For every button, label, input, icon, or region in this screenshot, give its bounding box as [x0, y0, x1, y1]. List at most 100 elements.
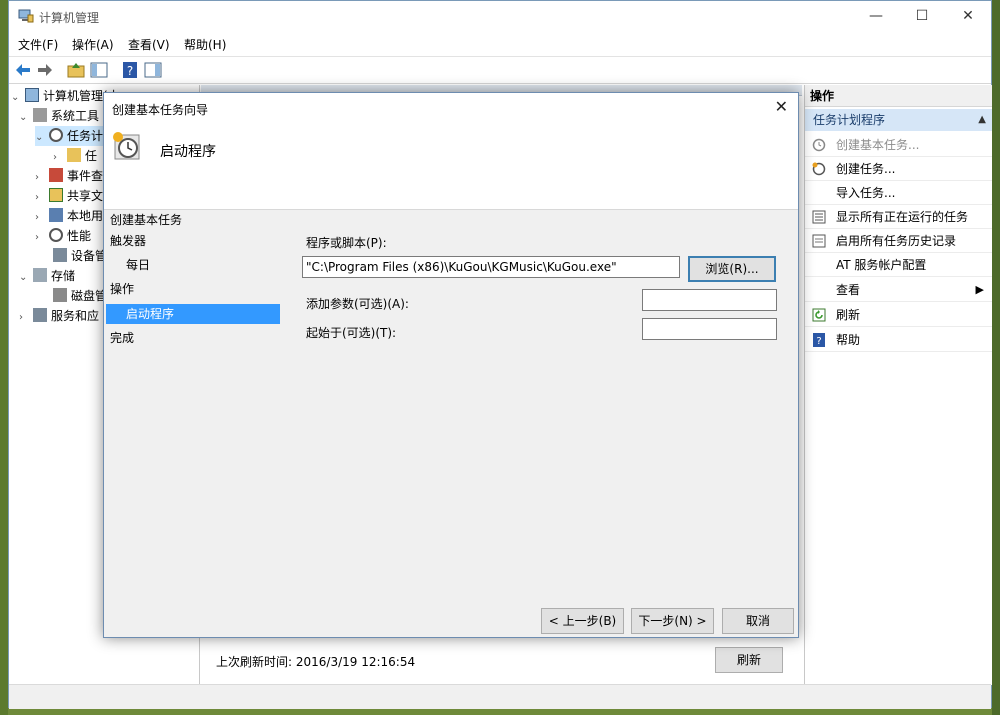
- tree-services-apps[interactable]: › 服务和应: [19, 306, 99, 326]
- chevron-right-icon[interactable]: ›: [35, 188, 49, 208]
- actions-pane: 操作 任务计划程序 ▲ 创建基本任务... 创建任务... 导入任务... 显示…: [804, 85, 992, 685]
- users-icon: [49, 208, 63, 222]
- computer-icon: [25, 88, 39, 102]
- disk-icon: [53, 288, 67, 302]
- chevron-down-icon[interactable]: ⌄: [11, 88, 25, 108]
- device-manager-icon: [53, 248, 67, 262]
- cancel-button[interactable]: 取消: [722, 608, 794, 634]
- tree-storage[interactable]: ⌄ 存储: [19, 266, 75, 286]
- tree-local-users[interactable]: › 本地用: [35, 206, 103, 226]
- window-title: 计算机管理: [39, 11, 100, 25]
- chevron-right-icon[interactable]: ›: [53, 148, 67, 168]
- list-icon: [812, 210, 826, 224]
- action-create-task[interactable]: 创建任务...: [805, 157, 992, 181]
- up-folder-icon[interactable]: [66, 60, 86, 80]
- actions-header: 操作: [805, 85, 992, 107]
- step-finish: 完成: [110, 331, 135, 345]
- back-button[interactable]: < 上一步(B): [541, 608, 624, 634]
- menu-view[interactable]: 查看(V): [128, 36, 170, 53]
- desktop-left: [0, 0, 8, 715]
- action-at-service-account[interactable]: AT 服务帐户配置: [805, 253, 992, 277]
- clock-icon: [49, 128, 63, 142]
- storage-icon: [33, 268, 47, 282]
- step-daily: 每日: [126, 258, 151, 272]
- folder-clock-icon: [67, 148, 81, 162]
- collapse-up-icon[interactable]: ▲: [978, 109, 986, 131]
- program-input[interactable]: "C:\Program Files (x86)\KuGou\KGMusic\Ku…: [302, 256, 680, 278]
- show-hide-tree-icon[interactable]: [89, 60, 109, 80]
- tree-device-manager[interactable]: 设备管: [53, 246, 107, 266]
- step-trigger: 触发器: [110, 234, 147, 248]
- browse-button[interactable]: 浏览(R)...: [688, 256, 776, 282]
- wizard-icon: [812, 138, 826, 152]
- chevron-down-icon[interactable]: ⌄: [19, 108, 33, 128]
- menu-bar: 文件(F) 操作(A) 查看(V) 帮助(H): [9, 33, 991, 55]
- tree-performance[interactable]: › 性能: [35, 226, 91, 246]
- center-refresh-button[interactable]: 刷新: [715, 647, 783, 673]
- close-icon[interactable]: ✕: [775, 97, 788, 116]
- menu-help[interactable]: 帮助(H): [184, 36, 226, 53]
- tree-disk-management[interactable]: 磁盘管: [53, 286, 107, 306]
- action-refresh[interactable]: 刷新: [805, 303, 992, 327]
- step-start-program: 启动程序: [106, 304, 280, 324]
- action-view[interactable]: 查看 ▶: [805, 278, 992, 302]
- toolbar: ?: [9, 56, 991, 84]
- title-bar: 计算机管理 — ☐ ✕: [9, 1, 991, 31]
- show-action-pane-icon[interactable]: [143, 60, 163, 80]
- wizard-heading: 启动程序: [160, 144, 216, 160]
- action-show-running-tasks[interactable]: 显示所有正在运行的任务: [805, 205, 992, 229]
- menu-file[interactable]: 文件(F): [18, 36, 58, 53]
- tree-task-library[interactable]: › 任: [53, 146, 97, 166]
- step-action: 操作: [110, 282, 135, 296]
- arguments-label: 添加参数(可选)(A):: [306, 297, 409, 311]
- action-import-task[interactable]: 导入任务...: [805, 181, 992, 205]
- status-bar: [9, 684, 991, 709]
- chevron-down-icon[interactable]: ⌄: [35, 128, 49, 148]
- forward-arrow-icon[interactable]: [35, 60, 55, 80]
- tree-system-tools[interactable]: ⌄ 系统工具: [19, 106, 99, 126]
- tree-task-scheduler[interactable]: ⌄ 任务计: [35, 126, 111, 146]
- help-icon[interactable]: ?: [120, 60, 140, 80]
- action-enable-history[interactable]: 启用所有任务历史记录: [805, 229, 992, 253]
- tools-icon: [33, 108, 47, 122]
- next-button[interactable]: 下一步(N) >: [631, 608, 714, 634]
- task-wizard-clock-icon: [113, 132, 140, 160]
- minimize-button[interactable]: —: [853, 1, 899, 31]
- computer-management-icon: [18, 9, 34, 23]
- refresh-icon: [812, 308, 826, 322]
- start-in-input[interactable]: [642, 318, 777, 340]
- wizard-header: 创建基本任务向导 ✕ 启动程序: [104, 93, 798, 210]
- tree-event-viewer[interactable]: › 事件查: [35, 166, 103, 186]
- shared-folder-icon: [49, 188, 63, 202]
- close-button[interactable]: ✕: [945, 1, 991, 31]
- event-viewer-icon: [49, 168, 63, 182]
- submenu-arrow-icon: ▶: [975, 283, 984, 296]
- chevron-right-icon[interactable]: ›: [19, 308, 33, 328]
- chevron-right-icon[interactable]: ›: [35, 228, 49, 248]
- help-icon: ?: [813, 333, 825, 347]
- wizard-title: 创建基本任务向导: [112, 103, 209, 117]
- menu-action[interactable]: 操作(A): [72, 36, 114, 53]
- create-basic-task-wizard: 创建基本任务向导 ✕ 启动程序 创建基本任务 触发器 每日 操作 启动程序 完成…: [103, 92, 799, 638]
- services-icon: [33, 308, 47, 322]
- steps-title: 创建基本任务: [110, 213, 183, 227]
- chevron-right-icon[interactable]: ›: [35, 168, 49, 188]
- performance-icon: [49, 228, 63, 242]
- back-arrow-icon[interactable]: [13, 60, 33, 80]
- svg-text:?: ?: [127, 64, 133, 78]
- desktop-right: [992, 0, 1000, 715]
- history-icon: [812, 234, 826, 248]
- program-label: 程序或脚本(P):: [306, 236, 387, 250]
- tree-shared-folders[interactable]: › 共享文: [35, 186, 103, 206]
- action-create-basic-task[interactable]: 创建基本任务...: [805, 133, 992, 157]
- maximize-button[interactable]: ☐: [899, 1, 945, 31]
- last-refresh-text: 上次刷新时间: 2016/3/19 12:16:54: [216, 655, 416, 669]
- start-in-label: 起始于(可选)(T):: [306, 326, 397, 340]
- chevron-down-icon[interactable]: ⌄: [19, 268, 33, 288]
- arguments-input[interactable]: [642, 289, 777, 311]
- svg-text:?: ?: [816, 336, 821, 347]
- actions-group-task-scheduler[interactable]: 任务计划程序 ▲: [805, 109, 992, 131]
- chevron-right-icon[interactable]: ›: [35, 208, 49, 228]
- task-icon: [812, 162, 826, 176]
- action-help[interactable]: ? 帮助: [805, 328, 992, 352]
